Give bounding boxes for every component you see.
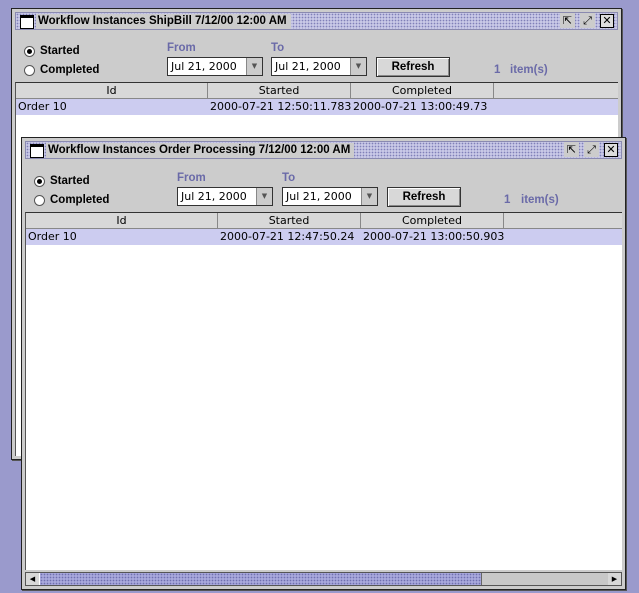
to-date-combo[interactable]: Jul 21, 2000 ▼	[271, 57, 367, 76]
items-label: item(s)	[510, 64, 548, 76]
cell-started: 2000-07-21 12:47:50.24	[220, 230, 355, 243]
scrollbar-thumb[interactable]	[39, 573, 482, 585]
radio-started[interactable]: Started	[34, 173, 90, 189]
column-header-started[interactable]: Started	[208, 83, 351, 98]
to-label: To	[271, 42, 285, 54]
radio-started-dot[interactable]	[34, 175, 45, 187]
radio-completed[interactable]: Completed	[24, 62, 99, 78]
chevron-down-icon[interactable]: ▼	[246, 58, 262, 75]
chevron-down-icon[interactable]: ▼	[361, 188, 377, 205]
from-label: From	[177, 172, 206, 184]
order-processing-internal-frame[interactable]: Workflow Instances Order Processing 7/12…	[21, 137, 626, 590]
radio-started-dot[interactable]	[24, 45, 35, 57]
radio-completed-dot[interactable]	[34, 194, 45, 206]
radio-completed-label: Completed	[40, 64, 100, 76]
table-header: Id Started Completed	[26, 213, 622, 229]
order-processing-title-bar[interactable]: Workflow Instances Order Processing 7/12…	[25, 141, 622, 159]
table-row[interactable]: Order 10 2000-07-21 12:50:11.783 2000-07…	[16, 99, 618, 115]
item-count: 1	[504, 194, 511, 206]
shipbill-title-bar[interactable]: Workflow Instances ShipBill 7/12/00 12:0…	[15, 12, 618, 30]
radio-completed-label: Completed	[50, 194, 110, 206]
refresh-button[interactable]: Refresh	[387, 187, 461, 207]
scroll-left-icon[interactable]: ◀	[26, 573, 39, 585]
cell-id: Order 10	[28, 230, 77, 243]
from-date-combo[interactable]: Jul 21, 2000 ▼	[177, 187, 273, 206]
radio-completed[interactable]: Completed	[34, 192, 109, 208]
column-header-id[interactable]: Id	[16, 83, 208, 98]
from-date-combo[interactable]: Jul 21, 2000 ▼	[167, 57, 263, 76]
from-date-value: Jul 21, 2000	[181, 190, 247, 203]
column-header-started[interactable]: Started	[218, 213, 361, 228]
maximize-icon[interactable]: ⤢	[580, 13, 595, 28]
from-date-value: Jul 21, 2000	[171, 60, 237, 73]
items-label: item(s)	[521, 194, 559, 206]
order-processing-window-title: Workflow Instances Order Processing 7/12…	[46, 143, 355, 158]
to-date-combo[interactable]: Jul 21, 2000 ▼	[282, 187, 378, 206]
item-count: 1	[494, 64, 501, 76]
iconify-icon[interactable]: ⇱	[560, 13, 575, 28]
to-label: To	[282, 172, 296, 184]
radio-completed-dot[interactable]	[24, 64, 35, 76]
chevron-down-icon[interactable]: ▼	[350, 58, 366, 75]
cell-completed: 2000-07-21 13:00:49.73	[353, 100, 488, 113]
table-row[interactable]: Order 10 2000-07-21 12:47:50.24 2000-07-…	[26, 229, 622, 245]
from-label: From	[167, 42, 196, 54]
column-header-completed[interactable]: Completed	[361, 213, 504, 228]
shipbill-window-title: Workflow Instances ShipBill 7/12/00 12:0…	[36, 14, 291, 29]
scroll-right-icon[interactable]: ▶	[608, 573, 621, 585]
window-icon	[20, 15, 34, 29]
cell-started: 2000-07-21 12:50:11.783	[210, 100, 351, 113]
iconify-icon[interactable]: ⇱	[564, 142, 579, 157]
radio-started-label: Started	[40, 45, 80, 57]
column-header-completed[interactable]: Completed	[351, 83, 494, 98]
table-header: Id Started Completed	[16, 83, 618, 99]
horizontal-scrollbar[interactable]: ◀ ▶	[25, 572, 622, 586]
chevron-down-icon[interactable]: ▼	[256, 188, 272, 205]
radio-started-label: Started	[50, 175, 90, 187]
window-icon	[30, 144, 44, 158]
column-header-id[interactable]: Id	[26, 213, 218, 228]
order-processing-instances-table[interactable]: Id Started Completed Order 10 2000-07-21…	[25, 212, 622, 570]
close-icon[interactable]: ✕	[600, 14, 614, 28]
maximize-icon[interactable]: ⤢	[584, 142, 599, 157]
cell-completed: 2000-07-21 13:00:50.903	[363, 230, 504, 243]
radio-started[interactable]: Started	[24, 43, 80, 59]
refresh-button[interactable]: Refresh	[376, 57, 450, 77]
to-date-value: Jul 21, 2000	[286, 190, 352, 203]
cell-id: Order 10	[18, 100, 67, 113]
close-icon[interactable]: ✕	[604, 143, 618, 157]
to-date-value: Jul 21, 2000	[275, 60, 341, 73]
